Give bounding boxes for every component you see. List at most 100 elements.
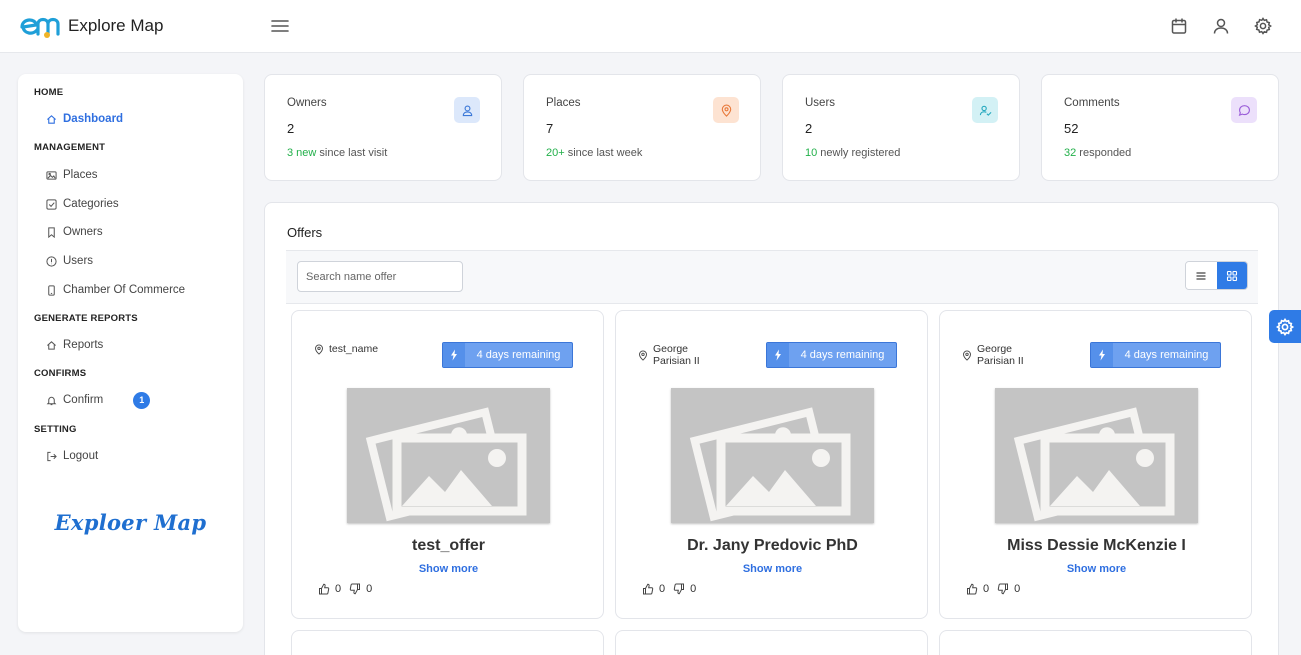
show-more-link[interactable]: Show more — [940, 563, 1253, 575]
sidebar-item-label: Logout — [63, 450, 99, 462]
sidebar-item-label: Confirm — [63, 394, 104, 406]
image-placeholder-icon — [689, 407, 851, 522]
sidebar-item-categories[interactable]: Categories — [46, 196, 119, 212]
offer-location: George Parisian II — [638, 343, 748, 367]
sidebar-section-setting: SETTING — [34, 424, 77, 435]
user-icon — [462, 104, 472, 116]
menu-icon[interactable] — [270, 16, 290, 36]
dislike-count: 0 — [690, 583, 697, 595]
offer-card: George Parisian II 4 days remaining Dr. … — [615, 310, 928, 619]
image-icon — [46, 170, 57, 180]
sidebar-footer-logo: Exploer Map — [54, 510, 207, 535]
like-button[interactable]: 0 — [966, 583, 989, 595]
user-check-icon — [979, 105, 991, 116]
thumbs-up-icon — [967, 583, 978, 595]
stat-label: Users — [805, 97, 836, 109]
sidebar-item-reports[interactable]: Reports — [46, 337, 103, 353]
lightning-icon — [1099, 349, 1105, 361]
sidebar-item-confirm[interactable]: Confirm 1 — [46, 391, 151, 409]
home-icon — [47, 114, 56, 124]
stat-icon-box — [454, 97, 480, 123]
sidebar-item-logout[interactable]: Logout — [46, 448, 98, 464]
map-pin-icon — [963, 349, 971, 361]
bolt-icon-box — [767, 343, 789, 367]
show-more-link[interactable]: Show more — [616, 563, 929, 575]
image-placeholder-icon — [1013, 407, 1175, 522]
brand-logo-icon — [20, 17, 60, 38]
offers-toolbar — [286, 250, 1258, 304]
show-more-link[interactable]: Show more — [292, 563, 605, 575]
sidebar-item-dashboard[interactable]: Dashboard — [46, 111, 123, 127]
grid-view-button[interactable] — [1216, 262, 1247, 289]
stat-icon-box — [713, 97, 739, 123]
theme-customizer-button[interactable] — [1269, 310, 1301, 343]
like-button[interactable]: 0 — [642, 583, 665, 595]
list-icon — [1196, 271, 1206, 280]
lightning-icon — [775, 349, 781, 361]
map-pin-icon — [315, 343, 323, 355]
sidebar-item-places[interactable]: Places — [46, 167, 98, 183]
bookmark-icon — [48, 226, 55, 238]
list-view-button[interactable] — [1186, 262, 1217, 289]
brand[interactable]: Explore Map — [18, 12, 163, 40]
days-remaining-button[interactable]: 4 days remaining — [442, 342, 573, 368]
sidebar-section-management: MANAGEMENT — [34, 142, 106, 153]
days-remaining-button[interactable]: 4 days remaining — [766, 342, 897, 368]
settings-icon[interactable] — [1253, 16, 1273, 36]
image-placeholder-icon — [365, 407, 527, 522]
checkbox-icon — [46, 198, 57, 210]
stat-subtext: 32 responded — [1064, 147, 1131, 159]
bell-icon — [46, 396, 57, 405]
top-navbar: Explore Map — [0, 0, 1301, 53]
days-remaining-button[interactable]: 4 days remaining — [1090, 342, 1221, 368]
stat-label: Owners — [287, 97, 327, 109]
offer-title: Miss Dessie McKenzie I — [1007, 537, 1186, 554]
search-offer-input[interactable] — [297, 261, 463, 292]
dislike-button[interactable]: 0 — [997, 583, 1020, 595]
thumbs-up-icon — [319, 583, 330, 595]
bolt-icon-box — [1091, 343, 1113, 367]
offer-image-placeholder — [995, 388, 1198, 523]
stat-value: 7 — [546, 121, 554, 136]
offer-title: Dr. Jany Predovic PhD — [687, 537, 858, 554]
stat-label: Comments — [1064, 97, 1120, 109]
sidebar-item-label: Reports — [63, 339, 104, 351]
days-remaining-text: 4 days remaining — [1124, 349, 1209, 361]
offer-card-partial — [939, 630, 1252, 655]
message-icon — [1238, 104, 1250, 116]
offer-title: test_offer — [412, 537, 485, 554]
user-icon[interactable] — [1211, 16, 1231, 36]
offer-image-placeholder — [671, 388, 874, 523]
offer-card: George Parisian II 4 days remaining Miss… — [939, 310, 1252, 619]
offer-card: test_name 4 days remaining test_offer Sh… — [291, 310, 604, 619]
stat-value: 2 — [287, 121, 295, 136]
sidebar-item-chamber-of-commerce[interactable]: Chamber Of Commerce — [46, 282, 185, 298]
sidebar-item-owners[interactable]: Owners — [46, 224, 103, 240]
sidebar-item-users[interactable]: Users — [46, 253, 93, 269]
settings-icon — [1275, 317, 1295, 336]
stat-subtext: 20+ since last week — [546, 147, 642, 159]
stat-icon-box — [972, 97, 998, 123]
map-pin-icon — [721, 104, 731, 117]
stat-highlight: 20+ — [546, 147, 565, 159]
confirm-count-badge: 1 — [133, 391, 151, 409]
dislike-button[interactable]: 0 — [349, 583, 372, 595]
info-icon — [46, 255, 57, 267]
dislike-button[interactable]: 0 — [673, 583, 696, 595]
stat-value: 2 — [805, 121, 813, 136]
stat-subtext: 3 new since last visit — [287, 147, 387, 159]
sidebar-item-label: Categories — [63, 198, 119, 210]
stat-subtext-rest: newly registered — [817, 147, 901, 159]
stat-card-places: Places 7 20+ since last week — [523, 74, 761, 181]
thumbs-down-icon — [349, 583, 361, 595]
calendar-icon[interactable] — [1169, 16, 1189, 36]
days-remaining-text: 4 days remaining — [476, 349, 561, 361]
thumbs-down-icon — [673, 583, 685, 595]
sidebar-item-label: Users — [63, 255, 94, 267]
offer-location-name: George Parisian II — [977, 343, 1024, 367]
like-button[interactable]: 0 — [318, 583, 341, 595]
lightning-icon — [451, 349, 457, 361]
offer-card-partial — [291, 630, 604, 655]
stat-subtext-rest: responded — [1076, 147, 1132, 159]
offer-location: George Parisian II — [962, 343, 1072, 367]
